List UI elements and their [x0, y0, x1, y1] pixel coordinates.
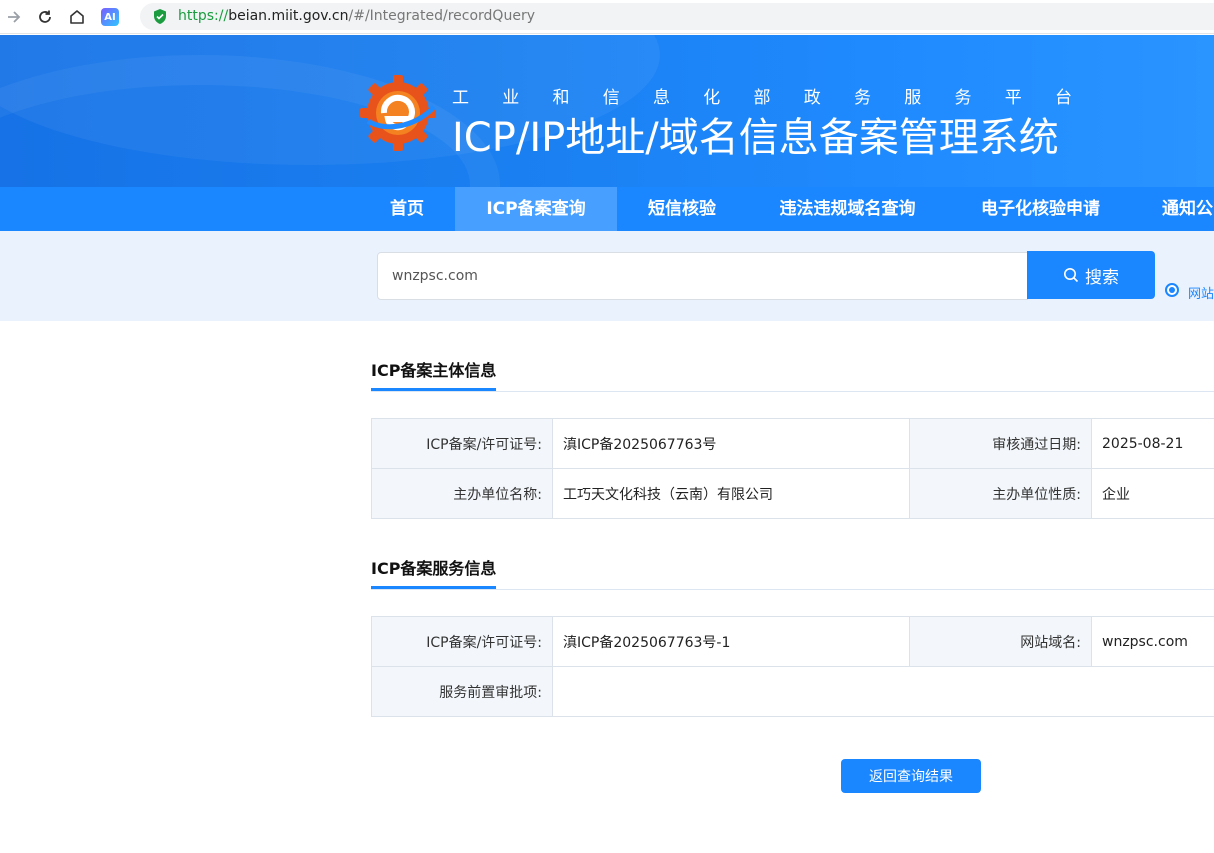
- table-row: 主办单位名称: 工巧天文化科技（云南）有限公司 主办单位性质: 企业: [371, 468, 1214, 519]
- nav-e-verify-apply[interactable]: 电子化核验申请: [962, 187, 1119, 231]
- table-value: 企业: [1091, 468, 1214, 519]
- ai-extension-icon[interactable]: AI: [101, 8, 119, 26]
- back-to-results-button[interactable]: 返回查询结果: [841, 759, 981, 793]
- url-path: /#/Integrated/recordQuery: [348, 8, 535, 24]
- reload-icon[interactable]: [33, 5, 57, 29]
- service-info-table: ICP备案/许可证号: 滇ICP备2025067763号-1 网站域名: wnz…: [371, 616, 1214, 717]
- miit-logo-icon: [360, 75, 436, 151]
- search-icon: [1064, 268, 1079, 283]
- search-input[interactable]: [377, 252, 1028, 300]
- table-row: 服务前置审批项:: [371, 666, 1214, 717]
- table-row: ICP备案/许可证号: 滇ICP备2025067763号-1 网站域名: wnz…: [371, 616, 1214, 667]
- address-bar[interactable]: https://beian.miit.gov.cn/#/Integrated/r…: [140, 3, 1214, 30]
- forward-icon[interactable]: [2, 5, 26, 29]
- nav-icp-query[interactable]: ICP备案查询: [455, 187, 617, 231]
- secure-shield-icon: [154, 9, 166, 24]
- table-value: 滇ICP备2025067763号-1: [552, 616, 910, 667]
- nav-home[interactable]: 首页: [373, 187, 441, 231]
- url-host: beian.miit.gov.cn: [228, 8, 349, 24]
- main-nav: 首页 ICP备案查询 短信核验 违法违规域名查询 电子化核验申请 通知公: [0, 187, 1214, 231]
- table-value: 工巧天文化科技（云南）有限公司: [552, 468, 910, 519]
- url-text: https://beian.miit.gov.cn/#/Integrated/r…: [178, 7, 535, 25]
- service-section-title: ICP备案服务信息: [371, 555, 497, 589]
- search-type-radio[interactable]: [1165, 283, 1179, 297]
- table-label: ICP备案/许可证号:: [371, 418, 553, 469]
- table-label: 服务前置审批项:: [371, 666, 553, 717]
- divider: [371, 589, 1214, 590]
- search-button-label: 搜索: [1085, 267, 1119, 288]
- table-label: 审核通过日期:: [909, 418, 1092, 469]
- entity-section-title: ICP备案主体信息: [371, 357, 497, 391]
- table-value: 滇ICP备2025067763号: [552, 418, 910, 469]
- table-label: 主办单位名称:: [371, 468, 553, 519]
- entity-info-table: ICP备案/许可证号: 滇ICP备2025067763号 审核通过日期: 202…: [371, 418, 1214, 519]
- nav-sms-verify[interactable]: 短信核验: [631, 187, 733, 231]
- header-banner: 工 业 和 信 息 化 部 政 务 服 务 平 台 ICP/IP地址/域名信息备…: [0, 35, 1214, 187]
- table-row: ICP备案/许可证号: 滇ICP备2025067763号 审核通过日期: 202…: [371, 418, 1214, 469]
- table-value: [552, 666, 1214, 717]
- url-scheme: https://: [178, 8, 229, 24]
- nav-illegal-domain-query[interactable]: 违法违规域名查询: [760, 187, 935, 231]
- search-type-label: 网站: [1188, 287, 1214, 302]
- system-title: ICP/IP地址/域名信息备案管理系统: [452, 115, 1059, 161]
- home-icon[interactable]: [65, 5, 89, 29]
- table-label: ICP备案/许可证号:: [371, 616, 553, 667]
- table-value: wnzpsc.com: [1091, 616, 1214, 667]
- browser-toolbar: AI https://beian.miit.gov.cn/#/Integrate…: [0, 0, 1214, 34]
- nav-notices[interactable]: 通知公: [1148, 187, 1214, 231]
- table-label: 网站域名:: [909, 616, 1092, 667]
- search-area: 搜索 网站: [0, 231, 1214, 321]
- table-label: 主办单位性质:: [909, 468, 1092, 519]
- search-button[interactable]: 搜索: [1027, 251, 1155, 299]
- divider: [371, 391, 1214, 392]
- table-value: 2025-08-21: [1091, 418, 1214, 469]
